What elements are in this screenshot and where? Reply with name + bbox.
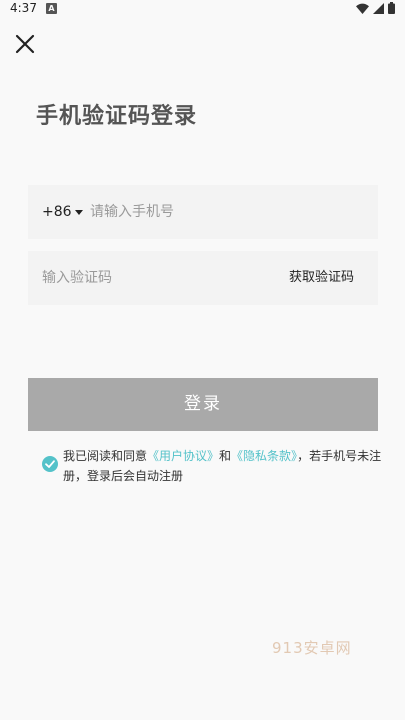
agreement-text: 我已阅读和同意《用户协议》和《隐私条款》，若手机号未注册，登录后会自动注册: [63, 446, 383, 486]
country-code-selector[interactable]: +86: [42, 185, 83, 239]
verification-code-input[interactable]: [42, 251, 262, 305]
agreement-and: 和: [219, 449, 232, 463]
page-title: 手机验证码登录: [36, 104, 198, 129]
get-code-button[interactable]: 获取验证码: [289, 251, 354, 305]
status-time: 4:37: [10, 1, 37, 15]
verification-code-field: 获取验证码: [28, 251, 378, 305]
agreement-checkbox[interactable]: [42, 456, 58, 472]
close-button[interactable]: [14, 33, 36, 55]
close-icon: [15, 34, 35, 54]
country-code-label: +86: [42, 204, 72, 220]
user-agreement-link[interactable]: 《用户协议》: [147, 449, 219, 463]
status-icons: [356, 2, 395, 14]
caret-down-icon: [74, 209, 83, 215]
phone-input[interactable]: [90, 185, 360, 239]
login-screen: 4:37 A 手机验证码登录 +86 获取验证码: [0, 0, 405, 720]
phone-field: +86: [28, 185, 378, 239]
login-button[interactable]: 登录: [28, 378, 378, 431]
watermark: 913安卓网: [272, 639, 352, 657]
status-bar: 4:37 A: [0, 0, 405, 18]
check-icon: [45, 460, 55, 468]
agreement-prefix: 我已阅读和同意: [63, 449, 148, 463]
notification-icon: A: [46, 3, 57, 14]
privacy-policy-link[interactable]: 《隐私条款》: [231, 449, 297, 463]
signal-icon: [373, 2, 384, 14]
wifi-icon: [356, 3, 369, 14]
battery-icon: [388, 2, 395, 14]
